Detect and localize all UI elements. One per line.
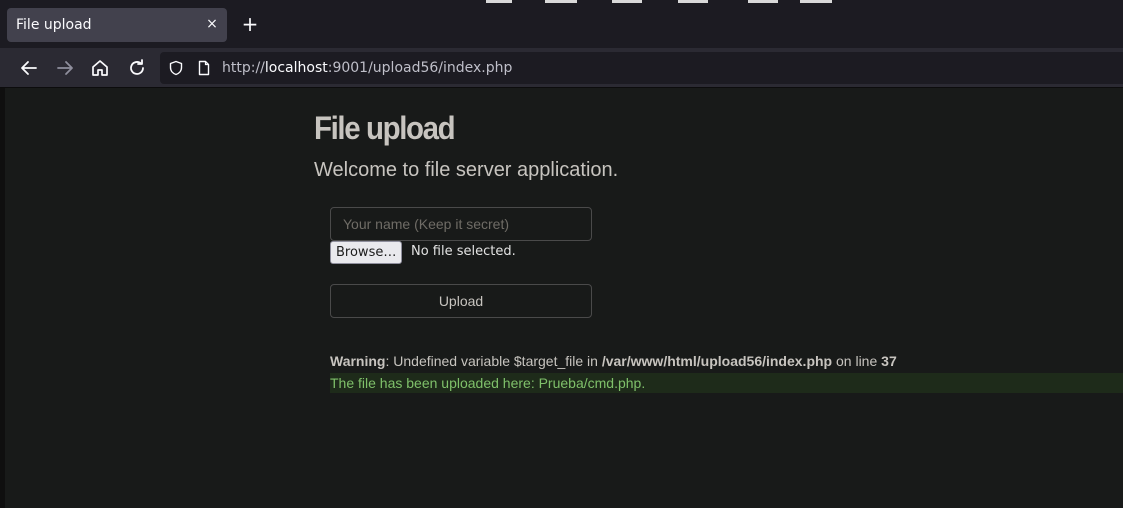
- welcome-text: Welcome to file server application.: [314, 159, 619, 181]
- tab-strip: File upload × +: [0, 0, 1123, 48]
- background-decoration: [678, 0, 708, 3]
- url-path: :9001/upload56/index.php: [327, 60, 513, 76]
- tab-file-upload[interactable]: File upload ×: [7, 8, 227, 42]
- page-icon[interactable]: [196, 60, 212, 76]
- nav-bar: http://localhost:9001/upload56/index.php: [0, 48, 1123, 88]
- file-status: No file selected.: [411, 244, 516, 259]
- url-text[interactable]: http://localhost:9001/upload56/index.php: [222, 60, 512, 76]
- php-warning: Warning: Undefined variable $target_file…: [330, 353, 897, 369]
- new-tab-button[interactable]: +: [240, 14, 260, 34]
- shield-icon[interactable]: [168, 60, 184, 76]
- upload-button[interactable]: Upload: [330, 284, 592, 318]
- warning-label: Warning: [330, 353, 386, 369]
- home-icon[interactable]: [88, 56, 112, 80]
- warning-path: /var/www/html/upload56/index.php: [601, 353, 833, 369]
- name-input[interactable]: [330, 207, 592, 241]
- page-content: File upload Welcome to file server appli…: [5, 88, 1123, 508]
- background-decoration: [800, 0, 832, 3]
- background-decoration: [486, 0, 512, 3]
- url-bar[interactable]: http://localhost:9001/upload56/index.php: [160, 52, 1123, 84]
- page-title: File upload: [314, 110, 456, 146]
- reload-icon[interactable]: [125, 56, 149, 80]
- warning-text: : Undefined variable $target_file in: [385, 353, 602, 369]
- background-decoration: [748, 0, 778, 3]
- forward-icon[interactable]: [53, 56, 77, 80]
- warning-text-line: on line: [832, 353, 882, 369]
- warning-line-number: 37: [881, 353, 897, 369]
- background-decoration: [612, 0, 642, 3]
- back-icon[interactable]: [17, 56, 41, 80]
- close-icon[interactable]: ×: [203, 15, 221, 33]
- tab-title: File upload: [16, 17, 92, 33]
- url-scheme: http://: [222, 60, 265, 76]
- browse-button[interactable]: Browse…: [330, 241, 403, 264]
- url-host: localhost: [264, 60, 328, 76]
- background-decoration: [545, 0, 577, 3]
- success-message: The file has been uploaded here: Prueba/…: [330, 373, 1123, 393]
